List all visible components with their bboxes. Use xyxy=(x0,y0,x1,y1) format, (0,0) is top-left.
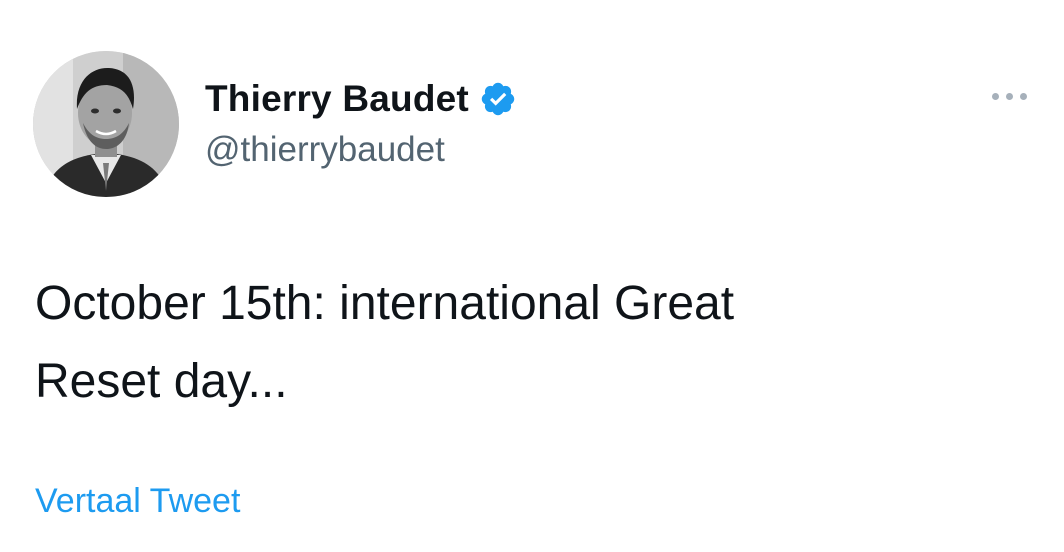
author-display-name[interactable]: Thierry Baudet xyxy=(205,78,469,120)
tweet-text: October 15th: international Great Reset … xyxy=(35,277,735,408)
more-options-icon[interactable] xyxy=(988,86,1032,106)
profile-photo-icon xyxy=(33,51,179,197)
verified-badge-icon xyxy=(479,80,517,118)
author-avatar[interactable] xyxy=(33,51,179,197)
author-name-row: Thierry Baudet xyxy=(205,76,517,122)
translate-tweet-link[interactable]: Vertaal Tweet xyxy=(35,482,240,521)
tweet-card: Thierry Baudet @thierrybaudet October 15… xyxy=(0,0,1064,552)
author-handle[interactable]: @thierrybaudet xyxy=(205,130,445,170)
